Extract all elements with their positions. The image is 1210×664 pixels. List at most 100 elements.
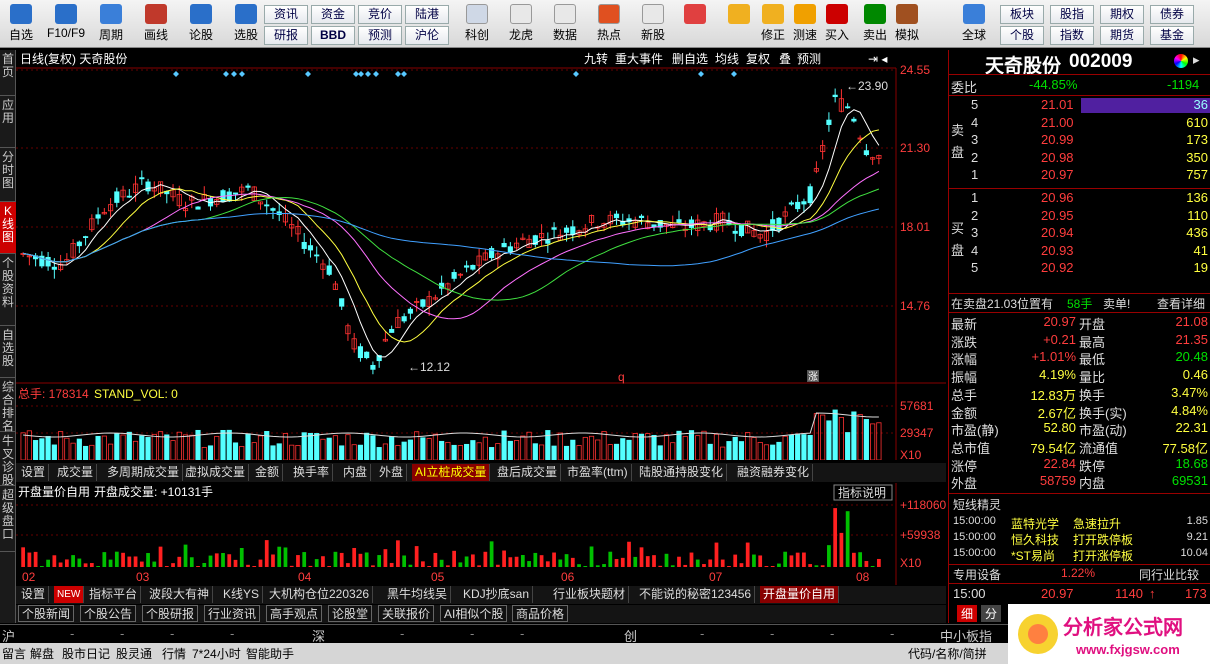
toolbar-btn3-7[interactable]: 全球 [955, 4, 993, 46]
toolbar-mkt-指数[interactable]: 指数 [1050, 26, 1094, 45]
toolbar-mkt-股指[interactable]: 股指 [1050, 5, 1094, 24]
bottom-item-3[interactable]: 股灵通 [116, 645, 152, 662]
leftnav-item-7[interactable]: 牛叉诊股 [0, 432, 16, 487]
toolbar-btn2-0[interactable]: 科创 [458, 4, 496, 46]
toolbar-tab-预测[interactable]: 预测 [358, 26, 402, 45]
vol-tab-2[interactable]: 多周期成交量 [104, 464, 184, 481]
toolbar-btn3-0[interactable] [676, 4, 714, 46]
leftnav-item-6[interactable]: 综合排名 [0, 378, 16, 433]
kline-btn-5[interactable]: 叠 [777, 51, 793, 67]
vol-tab-5[interactable]: 换手率 [290, 464, 334, 481]
ind-tab-6[interactable]: 黑牛均线吴 [384, 586, 452, 603]
toolbar-btn2-4[interactable]: 新股 [634, 4, 672, 46]
info-tab-6[interactable]: 关联报价 [378, 605, 435, 622]
toolbar-btn-2[interactable]: 周期 [92, 4, 130, 46]
toolbar-btn2-1[interactable]: 龙虎 [502, 4, 540, 46]
indicator-chart: 开盘量价自用 开盘成交量: +10131手 指标说明 +118060 +59938 X10… [16, 483, 946, 585]
toolbar-mkt-基金[interactable]: 基金 [1150, 26, 1194, 45]
ind-tab-10[interactable]: 开盘量价自用 [760, 586, 840, 603]
toolbar-mkt-期货[interactable]: 期货 [1100, 26, 1144, 45]
info-tab-1[interactable]: 个股公告 [80, 605, 137, 622]
logo-url: www.fxjgsw.com [1075, 642, 1180, 657]
kline-btn-4[interactable]: 复权 [744, 51, 772, 67]
color-wheel-icon[interactable] [1174, 54, 1188, 68]
toolbar-btn-1[interactable]: F10/F9 [47, 4, 85, 46]
ind-tab-0[interactable]: 设置 [18, 586, 50, 603]
toolbar-tab-资金[interactable]: 资金 [311, 5, 355, 24]
toolbar-mkt-个股[interactable]: 个股 [1000, 26, 1044, 45]
info-tab-0[interactable]: 个股新闻 [18, 605, 75, 622]
bottom-item-1[interactable]: 解盘 [30, 645, 54, 662]
leftnav-item-8[interactable]: 超级盘口 [0, 486, 16, 552]
toolbar-tab-沪伦[interactable]: 沪伦 [405, 26, 449, 45]
toolbar-btn2-2[interactable]: 数据 [546, 4, 584, 46]
toolbar-tab-BBD[interactable]: BBD [311, 26, 355, 45]
short-stock[interactable]: *ST易尚 [1011, 547, 1055, 564]
ind-bar [652, 555, 656, 567]
vol-tab-9[interactable]: 盘后成交量 [494, 464, 562, 481]
ind-tab-7[interactable]: KDJ抄底san [460, 586, 534, 603]
ind-tab-2[interactable]: 指标平台 [86, 586, 142, 603]
vol-tab-7[interactable]: 外盘 [376, 464, 408, 481]
bottom-item-6[interactable]: 智能助手 [246, 645, 294, 662]
toolbar-tab-竞价[interactable]: 竞价 [358, 5, 402, 24]
kline-btn-0[interactable]: 九转 [582, 51, 610, 67]
bottom-item-5[interactable]: 7*24小时 [192, 645, 241, 662]
leftnav-item-5[interactable]: 自选股 [0, 326, 16, 378]
kline-btn-1[interactable]: 重大事件 [613, 51, 665, 67]
short-stock[interactable]: 蓝特光学 [1011, 515, 1059, 532]
ind-tab-5[interactable]: 大机构仓位220326 [266, 586, 374, 603]
expand-icon[interactable]: ▸ [1193, 52, 1200, 68]
vol-tab-4[interactable]: 金额 [252, 464, 284, 481]
toolbar-btn2-3[interactable]: 热点 [590, 4, 628, 46]
toolbar-tab-资讯[interactable]: 资讯 [264, 5, 308, 24]
toolbar-mkt-期权[interactable]: 期权 [1100, 5, 1144, 24]
vol-tab-8[interactable]: AI立桩成交量 [412, 464, 491, 481]
kline-btn-2[interactable]: 删自选 [670, 51, 710, 67]
short-stock[interactable]: 恒久科技 [1011, 531, 1059, 548]
info-tab-7[interactable]: AI相似个股 [440, 605, 508, 622]
toolbar-btn3-6[interactable]: 模拟 [888, 4, 926, 46]
leftnav-item-1[interactable]: 应用 [0, 96, 16, 148]
toolbar-btn-0[interactable]: 自选 [2, 4, 40, 46]
leftnav-item-4[interactable]: 个股资料 [0, 254, 16, 326]
toolbar-btn-5[interactable]: 选股 [227, 4, 265, 46]
toolbar-tab-研报[interactable]: 研报 [264, 26, 308, 45]
info-tab-5[interactable]: 论股堂 [328, 605, 373, 622]
toolbar-btn-4[interactable]: 论股 [182, 4, 220, 46]
toolbar-btn-3[interactable]: 画线 [137, 4, 175, 46]
leftnav-item-0[interactable]: 首页 [0, 50, 16, 96]
ind-tab-9[interactable]: 不能说的秘密123456 [636, 586, 756, 603]
sector-compare-link[interactable]: 同行业比较 [1139, 566, 1199, 583]
notice-detail-link[interactable]: 查看详细 [1157, 295, 1205, 312]
kline-btn-6[interactable]: 预测 [795, 51, 823, 67]
info-tab-2[interactable]: 个股研报 [142, 605, 199, 622]
bottom-item-4[interactable]: 行情 [162, 645, 186, 662]
leftnav-item-3[interactable]: K线图 [0, 202, 16, 254]
ind-tab-1[interactable]: NEW [54, 586, 85, 603]
vol-tab-1[interactable]: 成交量 [54, 464, 98, 481]
toolbar-tab-陆港[interactable]: 陆港 [405, 5, 449, 24]
month-label-0: 02 [22, 570, 36, 584]
vol-tab-3[interactable]: 虚拟成交量 [182, 464, 250, 481]
vol-tab-0[interactable]: 设置 [18, 464, 50, 481]
ind-tab-4[interactable]: K线YS [220, 586, 264, 603]
toolbar-btn3-1[interactable] [720, 4, 758, 46]
info-tab-4[interactable]: 高手观点 [266, 605, 323, 622]
bottom-item-0[interactable]: 留言 [2, 645, 26, 662]
ind-tab-8[interactable]: 行业板块题材 [550, 586, 630, 603]
vol-tab-11[interactable]: 陆股通持股变化 [636, 464, 728, 481]
bottom-item-2[interactable]: 股市日记 [62, 645, 110, 662]
toolbar-mkt-债券[interactable]: 债券 [1150, 5, 1194, 24]
vol-tab-12[interactable]: 融资融券变化 [734, 464, 814, 481]
kline-btn-3[interactable]: 均线 [713, 51, 741, 67]
ind-tab-3[interactable]: 波段大有神 [146, 586, 214, 603]
kline-nav-arrows[interactable]: ⇥ ◂ [866, 51, 889, 67]
vol-tab-10[interactable]: 市盈率(ttm) [564, 464, 632, 481]
vol-tab-6[interactable]: 内盘 [340, 464, 372, 481]
info-tab-8[interactable]: 商品价格 [512, 605, 569, 622]
leftnav-item-2[interactable]: 分时图 [0, 148, 16, 202]
toolbar-btn3-4[interactable]: 买入 [818, 4, 856, 46]
toolbar-mkt-板块[interactable]: 板块 [1000, 5, 1044, 24]
info-tab-3[interactable]: 行业资讯 [204, 605, 261, 622]
